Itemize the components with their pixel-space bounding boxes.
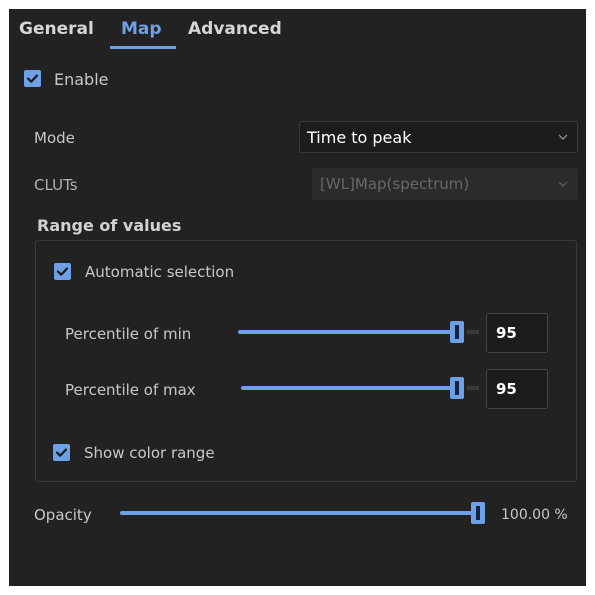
chevron-down-icon [558,181,568,187]
map-settings-panel: General Map Advanced Enable Mode Time to… [9,9,586,586]
automatic-selection-label: Automatic selection [85,263,235,281]
enable-checkbox[interactable] [24,70,41,87]
cluts-label: CLUTs [34,176,78,194]
tab-advanced[interactable]: Advanced [188,19,282,39]
enable-label: Enable [54,70,109,89]
range-of-values-heading: Range of values [37,216,182,235]
percentile-max-slider-handle[interactable] [450,377,464,399]
opacity-track [120,511,473,515]
automatic-selection-checkbox[interactable] [54,263,71,280]
percentile-min-slider-handle[interactable] [450,321,464,343]
checkmark-icon [26,74,39,83]
mode-label: Mode [34,129,75,147]
percentile-min-value: 95 [496,324,517,342]
tab-map[interactable]: Map [121,19,162,39]
percentile-max-track-rest [467,386,479,390]
percentile-max-value: 95 [496,380,517,398]
percentile-min-track-rest [467,330,479,334]
mode-value: Time to peak [307,128,412,147]
percentile-min-label: Percentile of min [65,325,192,343]
percentile-max-label: Percentile of max [65,381,196,399]
checkmark-icon [55,448,68,457]
percentile-min-input[interactable]: 95 [486,313,548,353]
percentile-max-track [241,386,460,390]
opacity-value: 100.00 % [501,507,568,523]
cluts-value: [WL]Map(spectrum) [320,175,470,193]
checkmark-icon [56,267,69,276]
tab-general[interactable]: General [19,19,94,39]
show-color-range-label: Show color range [84,444,215,462]
percentile-max-input[interactable]: 95 [486,369,548,409]
active-tab-indicator [110,46,176,49]
percentile-min-track [238,330,460,334]
chevron-down-icon [558,134,568,140]
opacity-slider-handle[interactable] [471,502,485,524]
show-color-range-checkbox[interactable] [53,444,70,461]
opacity-label: Opacity [34,506,92,524]
mode-select[interactable]: Time to peak [299,121,578,153]
cluts-select[interactable]: [WL]Map(spectrum) [312,168,578,200]
